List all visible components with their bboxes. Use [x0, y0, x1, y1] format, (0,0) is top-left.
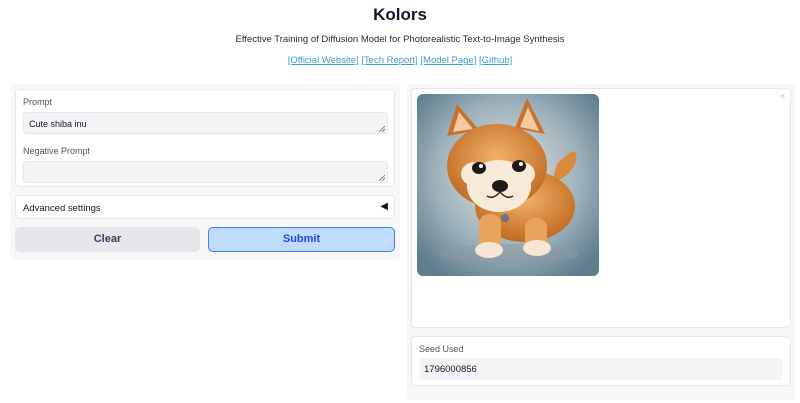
page-title: Kolors [373, 5, 427, 24]
resize-grip-icon[interactable] [379, 126, 385, 132]
resize-grip-icon[interactable] [379, 175, 385, 181]
negative-prompt-input[interactable] [23, 161, 388, 183]
prompt-panel: Prompt Cute shiba inu Negative Prompt [15, 89, 395, 187]
seed-value-field[interactable]: 1796000856 [419, 358, 783, 380]
page-subtitle: Effective Training of Diffusion Model fo… [235, 34, 565, 45]
output-column: < Seed Used 1796000856 [407, 84, 795, 400]
generated-image [417, 94, 599, 276]
output-image-panel: < [411, 88, 791, 328]
image-label-icon[interactable]: < [780, 92, 785, 101]
seed-label: Seed Used [419, 344, 464, 354]
header-links: [Official Website] [Tech Report] [Model … [0, 55, 800, 66]
official-website-link[interactable]: [Official Website] [288, 55, 359, 66]
prompt-input-value: Cute shiba inu [29, 119, 87, 129]
submit-button[interactable]: Submit [208, 227, 395, 252]
input-column: Prompt Cute shiba inu Negative Prompt Ad… [10, 84, 400, 260]
model-page-link[interactable]: [Model Page] [420, 55, 476, 66]
collapse-arrow-icon[interactable]: ◀ [380, 201, 388, 212]
seed-panel: Seed Used 1796000856 [411, 336, 791, 386]
tech-report-link[interactable]: [Tech Report] [361, 55, 418, 66]
advanced-settings-accordion[interactable]: Advanced settings ◀ [15, 195, 395, 219]
github-link[interactable]: [Github] [479, 55, 512, 66]
negative-prompt-label: Negative Prompt [23, 146, 91, 156]
prompt-label: Prompt [23, 97, 53, 107]
clear-button[interactable]: Clear [15, 227, 200, 252]
prompt-input[interactable]: Cute shiba inu [23, 112, 388, 134]
advanced-settings-label: Advanced settings [23, 203, 101, 214]
